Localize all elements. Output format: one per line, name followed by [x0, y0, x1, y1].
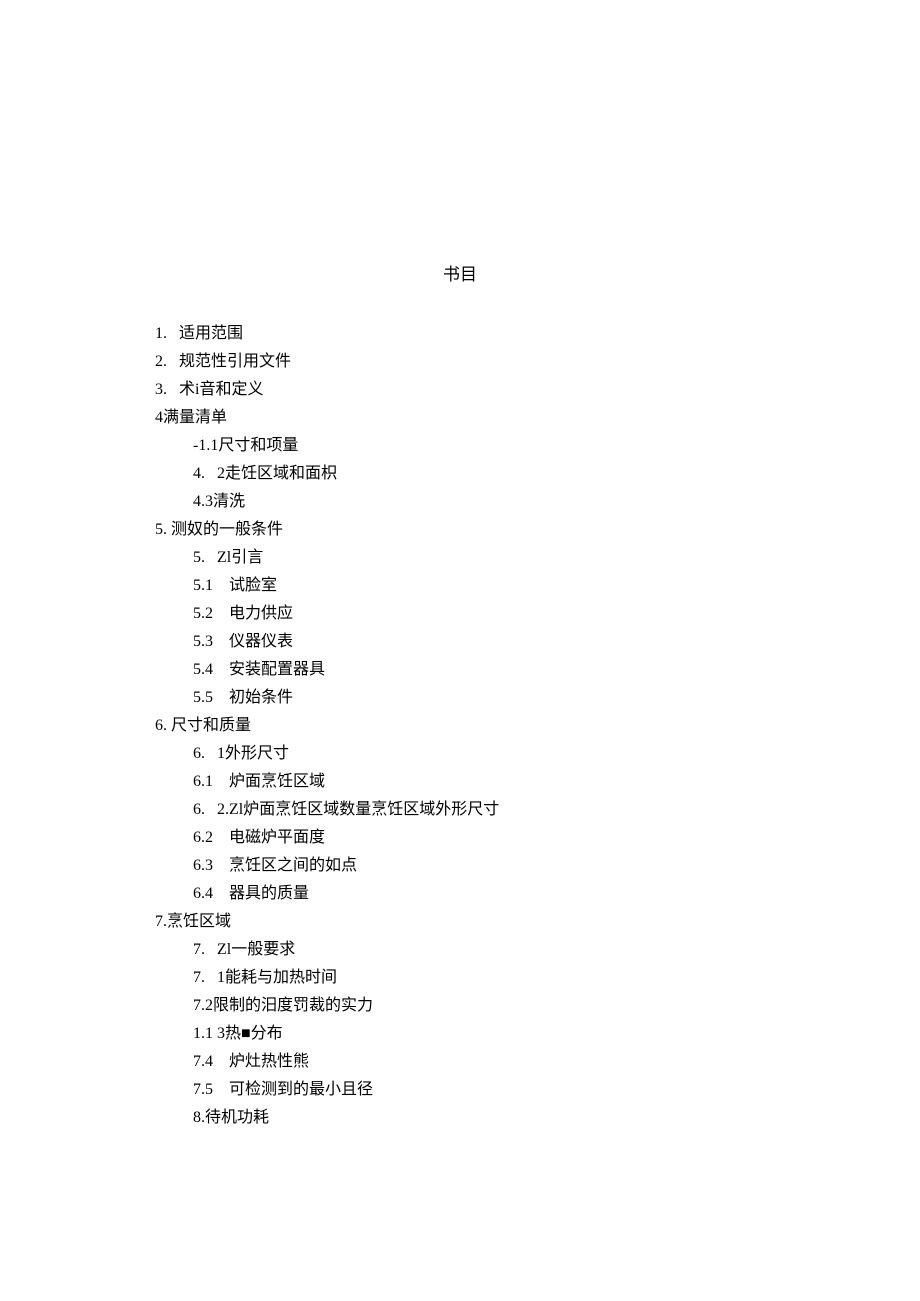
toc-line: 6. 2.Zl炉面烹饪区域数量烹饪区域外形尺寸	[155, 796, 765, 824]
toc-line: 5. Zl引言	[155, 544, 765, 572]
toc-line: 6. 1外形尺寸	[155, 740, 765, 768]
toc-line: 5.4 安装配置器具	[155, 656, 765, 684]
toc-line: 7.5 可检测到的最小且径	[155, 1076, 765, 1104]
toc-line: 5.2 电力供应	[155, 600, 765, 628]
toc-line: 5.1 试脸室	[155, 572, 765, 600]
toc-line: 6.2 电磁炉平面度	[155, 824, 765, 852]
toc-line: 7.4 炉灶热性熊	[155, 1048, 765, 1076]
toc-line: 3. 术i音和定义	[155, 376, 765, 404]
page-title: 书目	[155, 260, 765, 290]
toc-line: 6.3 烹饪区之间的如点	[155, 852, 765, 880]
toc-line: 7.2限制的汨度罚裁的实力	[155, 992, 765, 1020]
toc-line: 7. 1能耗与加热时间	[155, 964, 765, 992]
toc-line: 6.1 炉面烹饪区域	[155, 768, 765, 796]
toc-line: 1.1 3热■分布	[155, 1020, 765, 1048]
toc-line: 4. 2走饪区域和面枳	[155, 460, 765, 488]
toc-line: 7.烹饪区域	[155, 908, 765, 936]
toc-line: 6.4 器具的质量	[155, 880, 765, 908]
toc-line: 6. 尺寸和质量	[155, 712, 765, 740]
toc-line: 4满量清单	[155, 404, 765, 432]
toc-line: 5.3 仪器仪表	[155, 628, 765, 656]
toc-line: 5.5 初始条件	[155, 684, 765, 712]
toc-line: 2. 规范性引用文件	[155, 348, 765, 376]
toc-line: 5. 测奴的一般条件	[155, 516, 765, 544]
toc-line: 4.3清洗	[155, 488, 765, 516]
toc-line: 7. Zl一般要求	[155, 936, 765, 964]
toc-line: 1. 适用范围	[155, 320, 765, 348]
table-of-contents: 1. 适用范围2. 规范性引用文件3. 术i音和定义4满量清单-1.1尺寸和项量…	[155, 320, 765, 1132]
toc-line: 8.待机功耗	[155, 1104, 765, 1132]
toc-line: -1.1尺寸和项量	[155, 432, 765, 460]
